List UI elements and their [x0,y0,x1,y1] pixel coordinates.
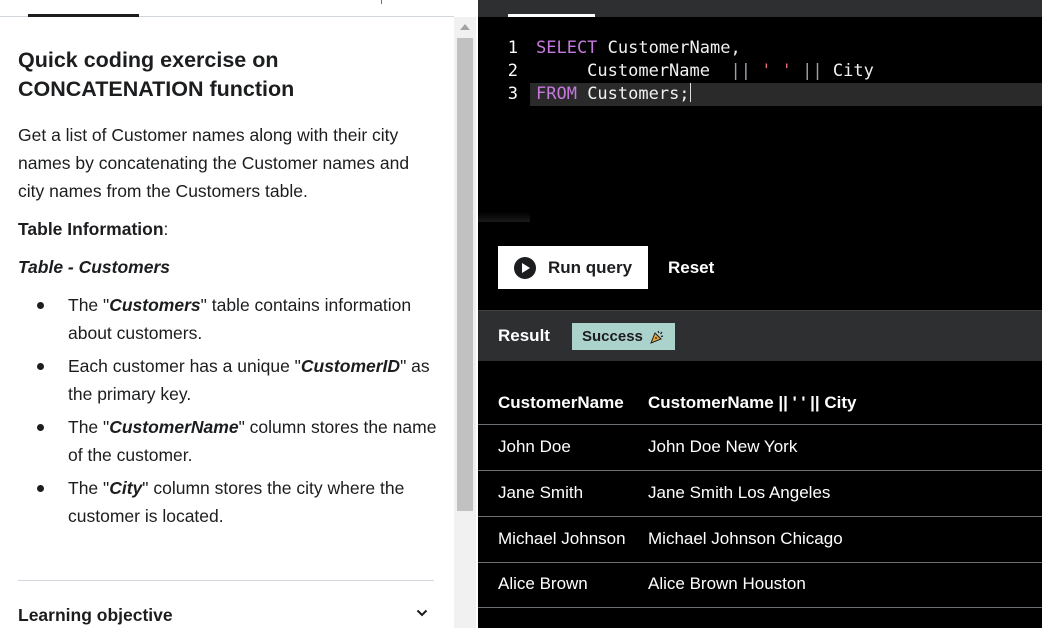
list-item: The "Customers" table contains informati… [18,291,438,347]
result-header: Result Success [478,310,1042,361]
code-line[interactable]: CustomerName || ' ' || City [536,60,874,83]
table-cell: Jane Smith Los Angeles [648,483,831,502]
exercise-description: Get a list of Customer names along with … [18,125,410,201]
party-popper-icon [649,330,664,344]
table-facts-list: The "Customers" table contains informati… [18,291,438,530]
instructions-tabbar [0,0,454,17]
active-tab-indicator [28,14,139,17]
table-cell: Jane Smith [498,483,584,502]
editor-tabbar [478,0,1042,17]
concat-operator: || [720,61,762,81]
sql-string: ' ' [761,61,792,81]
bullet-icon [37,485,44,492]
instructions-panel: Quick coding exercise on CONCATENATION f… [0,0,476,628]
list-item: Each customer has a unique "CustomerID" … [18,352,438,408]
table-name: Table - Customers [18,257,171,277]
bullet-icon [37,302,44,309]
table-cell: John Doe [498,437,571,456]
scrollbar-thumb[interactable] [457,38,473,511]
scroll-up-arrow-icon[interactable] [460,24,470,30]
instructions-content: Quick coding exercise on CONCATENATION f… [18,46,438,535]
bullet-icon [37,363,44,370]
learning-objective-toggle[interactable]: Learning objective [18,603,434,627]
table-cell: Alice Brown Houston [648,574,806,593]
list-item: The "City" column stores the city where … [18,474,438,530]
sql-keyword: SELECT [536,38,598,58]
section-divider [18,580,434,581]
reset-button[interactable]: Reset [658,246,724,289]
status-badge: Success [572,323,675,350]
table-information-colon: : [163,219,169,239]
run-query-label: Run query [548,257,633,277]
bullet-icon [37,424,44,431]
play-circle-icon [514,256,536,279]
table-header-row: CustomerName CustomerName || ' ' || City [478,383,1042,425]
column-header: CustomerName || ' ' || City [648,393,857,412]
sql-workspace: 1 2 3 SELECT CustomerName, CustomerName … [478,0,1042,628]
table-cell: Michael Johnson Chicago [648,529,843,548]
result-label: Result [498,326,550,345]
table-row: Jane Smith Jane Smith Los Angeles [478,471,1042,517]
column-header: CustomerName [498,393,624,412]
code-line[interactable]: SELECT CustomerName, [536,37,741,60]
line-number: 1 [507,38,518,58]
learning-objective-label: Learning objective [18,605,173,625]
table-row: John Doe John Doe New York [478,425,1042,471]
table-information-heading: Table Information: [18,215,438,243]
table-cell: John Doe New York [648,437,798,456]
instructions-scrollbar[interactable] [454,17,476,628]
chevron-down-icon [416,609,428,617]
tab-separator [381,0,382,4]
sql-keyword: FROM [536,84,577,104]
list-item: The "CustomerName" column stores the nam… [18,413,438,469]
exercise-title: Quick coding exercise on CONCATENATION f… [18,48,295,101]
editor-actions: Run query Reset [478,222,1042,308]
table-cell: Alice Brown [498,574,588,593]
table-cell: Michael Johnson [498,529,626,548]
table-information-label: Table Information [18,219,164,239]
line-number: 2 [507,61,518,81]
code-editor[interactable]: 1 2 3 SELECT CustomerName, CustomerName … [478,17,1042,222]
status-text: Success [582,328,643,345]
concat-operator: || [791,61,833,81]
run-query-button[interactable]: Run query [498,246,648,289]
table-row: Michael Johnson Michael Johnson Chicago [478,517,1042,563]
code-line[interactable]: FROM Customers; [536,83,691,106]
text-cursor [689,83,691,102]
table-row: Alice Brown Alice Brown Houston [478,562,1042,608]
line-number: 3 [507,84,518,104]
result-table: CustomerName CustomerName || ' ' || City… [478,361,1042,628]
